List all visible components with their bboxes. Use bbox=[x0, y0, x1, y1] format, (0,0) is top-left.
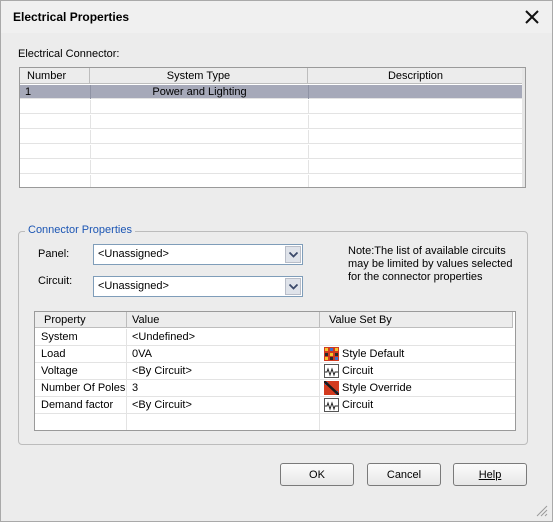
connector-empty-row bbox=[20, 115, 525, 129]
property-set-by: Circuit bbox=[320, 397, 515, 414]
panel-label: Panel: bbox=[38, 248, 70, 260]
property-row[interactable]: Load 0VA Style Default bbox=[35, 346, 515, 363]
connector-empty-row bbox=[20, 160, 525, 174]
connector-row[interactable]: 1 Power and Lighting bbox=[20, 85, 525, 99]
ok-button[interactable]: OK bbox=[280, 463, 354, 486]
column-header-system-type[interactable]: System Type bbox=[90, 68, 308, 84]
connector-empty-row bbox=[20, 145, 525, 159]
title-bar: Electrical Properties bbox=[1, 1, 552, 33]
property-empty-row bbox=[35, 414, 515, 430]
chevron-down-icon bbox=[289, 284, 298, 290]
property-value[interactable]: <By Circuit> bbox=[127, 397, 320, 414]
property-set-by bbox=[320, 329, 515, 346]
circuit-dropdown-value: <Unassigned> bbox=[98, 280, 169, 292]
circuit-icon bbox=[324, 364, 339, 378]
connector-system-type-cell: Power and Lighting bbox=[91, 85, 309, 99]
property-value[interactable]: <By Circuit> bbox=[127, 363, 320, 380]
property-value[interactable]: 3 bbox=[127, 380, 320, 397]
panel-dropdown-value: <Unassigned> bbox=[98, 248, 169, 260]
connector-number-cell: 1 bbox=[20, 85, 91, 99]
property-name: Number Of Poles bbox=[35, 380, 127, 397]
panel-dropdown-button[interactable] bbox=[285, 246, 301, 263]
connector-description-cell bbox=[309, 85, 525, 99]
connector-grid[interactable]: Number System Type Description 1 Power a… bbox=[19, 67, 526, 188]
column-header-property[interactable]: Property bbox=[35, 312, 127, 328]
dialog-title: Electrical Properties bbox=[13, 10, 130, 24]
circuit-icon bbox=[324, 398, 339, 412]
circuit-dropdown-button[interactable] bbox=[285, 278, 301, 295]
column-header-number[interactable]: Number bbox=[20, 68, 90, 84]
connector-empty-row bbox=[20, 130, 525, 144]
electrical-connector-label: Electrical Connector: bbox=[18, 48, 120, 60]
connector-empty-row bbox=[20, 175, 525, 187]
close-icon bbox=[525, 10, 539, 24]
panel-dropdown[interactable]: <Unassigned> bbox=[93, 244, 303, 265]
connector-grid-edge bbox=[522, 68, 525, 187]
cancel-button[interactable]: Cancel bbox=[367, 463, 441, 486]
style-override-icon bbox=[324, 381, 339, 395]
property-name: Demand factor bbox=[35, 397, 127, 414]
set-by-label: Circuit bbox=[342, 399, 374, 411]
property-row[interactable]: System <Undefined> bbox=[35, 329, 515, 346]
property-row[interactable]: Number Of Poles 3 Style Override bbox=[35, 380, 515, 397]
property-name: Load bbox=[35, 346, 127, 363]
property-value[interactable]: 0VA bbox=[127, 346, 320, 363]
property-set-by: Style Default bbox=[320, 346, 515, 363]
property-grid[interactable]: Property Value Value Set By System <Unde… bbox=[34, 311, 516, 431]
circuit-label: Circuit: bbox=[38, 275, 73, 287]
circuit-dropdown[interactable]: <Unassigned> bbox=[93, 276, 303, 297]
property-value[interactable]: <Undefined> bbox=[127, 329, 320, 346]
property-set-by: Circuit bbox=[320, 363, 515, 380]
property-row[interactable]: Voltage <By Circuit> Circuit bbox=[35, 363, 515, 380]
connector-empty-row bbox=[20, 100, 525, 114]
style-default-icon bbox=[324, 347, 339, 361]
set-by-label: Style Default bbox=[342, 348, 405, 360]
property-row[interactable]: Demand factor <By Circuit> Circuit bbox=[35, 397, 515, 414]
electrical-properties-dialog: Electrical Properties Electrical Connect… bbox=[0, 0, 553, 522]
column-header-description[interactable]: Description bbox=[308, 68, 524, 84]
resize-grip-icon[interactable] bbox=[534, 503, 548, 517]
column-header-value-set-by[interactable]: Value Set By bbox=[320, 312, 513, 328]
property-set-by: Style Override bbox=[320, 380, 515, 397]
chevron-down-icon bbox=[289, 252, 298, 258]
help-button-label: Help bbox=[478, 469, 502, 481]
column-header-value[interactable]: Value bbox=[127, 312, 320, 328]
property-name: Voltage bbox=[35, 363, 127, 380]
close-button[interactable] bbox=[522, 7, 542, 27]
circuit-note: Note:The list of available circuits may … bbox=[348, 245, 513, 283]
set-by-label: Style Override bbox=[342, 382, 412, 394]
connector-properties-title: Connector Properties bbox=[25, 224, 135, 236]
property-name: System bbox=[35, 329, 127, 346]
help-button[interactable]: Help bbox=[453, 463, 527, 486]
set-by-label: Circuit bbox=[342, 365, 374, 377]
